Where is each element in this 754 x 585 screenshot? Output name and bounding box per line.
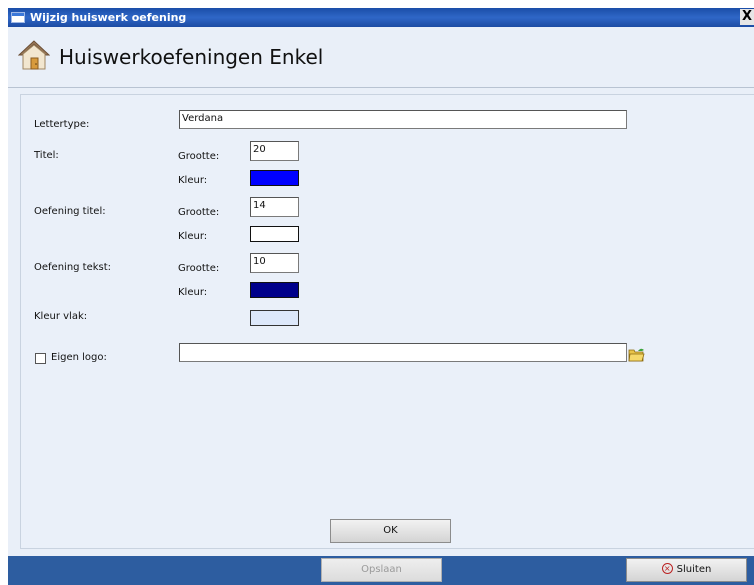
eigen-logo-label: Eigen logo:: [51, 352, 107, 363]
kleur-vlak-label: Kleur vlak:: [34, 311, 88, 322]
window-title: Wijzig huiswerk oefening: [30, 11, 187, 24]
oefening-titel-kleur-label: Kleur:: [178, 231, 208, 242]
eigen-logo-path-input[interactable]: [179, 343, 627, 362]
house-icon: [18, 40, 50, 70]
oefening-titel-label: Oefening titel:: [34, 206, 106, 217]
close-circle-icon: ×: [661, 562, 673, 574]
opslaan-button[interactable]: Opslaan: [321, 558, 442, 582]
dialog-window: Wijzig huiswerk oefening X Huiswerkoefen…: [8, 8, 754, 585]
eigen-logo-checkbox[interactable]: [35, 353, 46, 364]
oefening-titel-color-swatch[interactable]: [250, 226, 299, 242]
kleur-vlak-color-swatch[interactable]: [250, 310, 299, 326]
titel-grootte-label: Grootte:: [178, 151, 220, 162]
settings-panel: Lettertype: Verdana Titel: Grootte: 20 K…: [20, 94, 754, 549]
window-icon: [11, 12, 25, 23]
oefening-tekst-grootte-input[interactable]: 10: [250, 253, 299, 273]
lettertype-input[interactable]: Verdana: [179, 110, 627, 129]
oefening-tekst-color-swatch[interactable]: [250, 282, 299, 298]
oefening-titel-grootte-input[interactable]: 14: [250, 197, 299, 217]
titel-kleur-label: Kleur:: [178, 175, 208, 186]
footer-bar: Opslaan × Sluiten: [8, 556, 754, 585]
titel-label: Titel:: [34, 150, 59, 161]
oefening-tekst-label: Oefening tekst:: [34, 262, 112, 273]
lettertype-label: Lettertype:: [34, 119, 90, 130]
sluiten-label: Sluiten: [676, 564, 712, 575]
oefening-tekst-kleur-label: Kleur:: [178, 287, 208, 298]
close-window-button[interactable]: X: [740, 9, 754, 25]
titel-grootte-input[interactable]: 20: [250, 141, 299, 161]
ok-button[interactable]: OK: [330, 519, 451, 543]
header: Huiswerkoefeningen Enkel: [8, 27, 754, 88]
oefening-titel-grootte-label: Grootte:: [178, 207, 220, 218]
oefening-tekst-grootte-label: Grootte:: [178, 263, 220, 274]
folder-open-icon[interactable]: [628, 347, 645, 362]
title-bar[interactable]: Wijzig huiswerk oefening X: [8, 8, 754, 27]
titel-color-swatch[interactable]: [250, 170, 299, 186]
sluiten-button[interactable]: × Sluiten: [626, 558, 747, 582]
page-title: Huiswerkoefeningen Enkel: [59, 45, 324, 69]
